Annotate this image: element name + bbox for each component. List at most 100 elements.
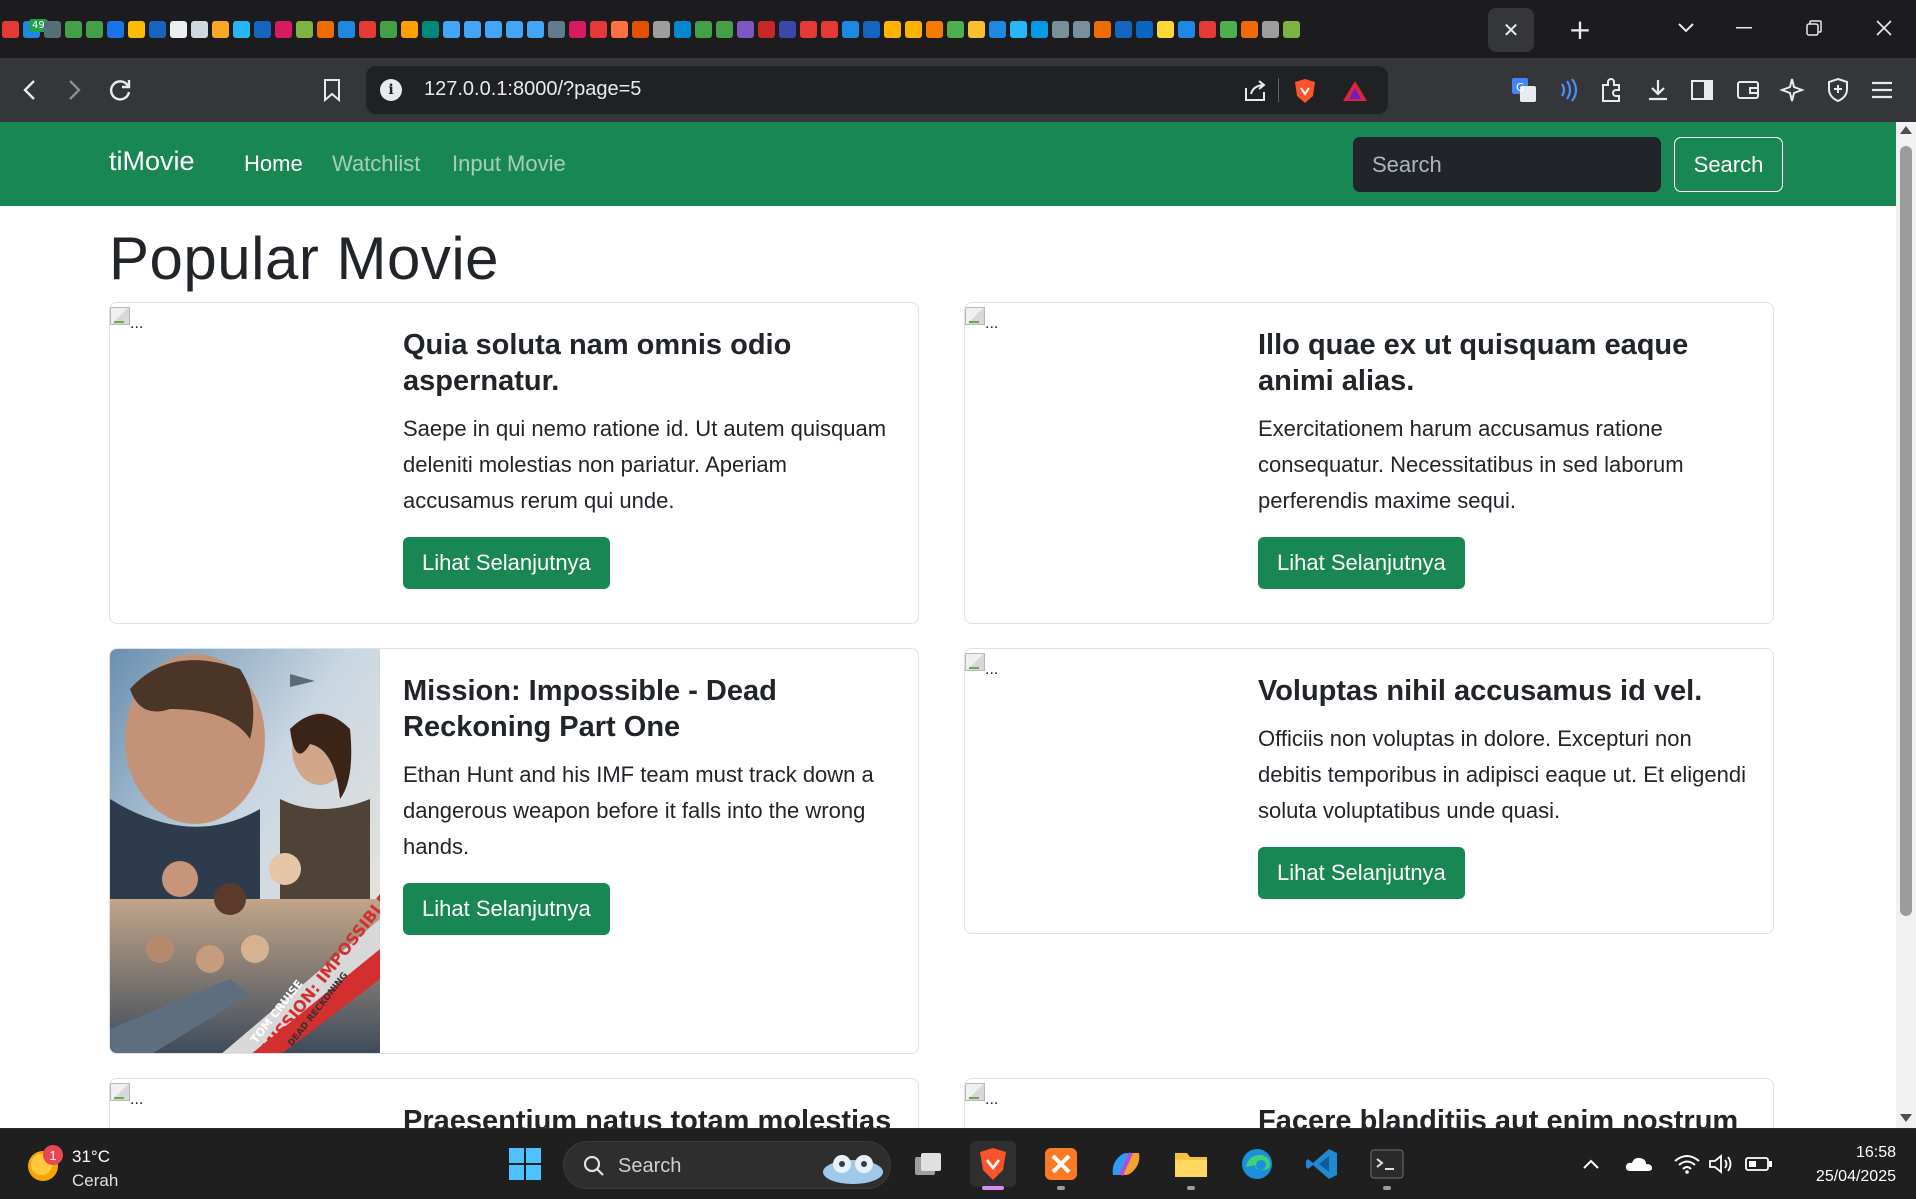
copilot-taskbar-icon[interactable] xyxy=(1103,1141,1149,1187)
pinned-tab-favicon-icon[interactable] xyxy=(1073,20,1090,38)
pinned-tab-favicon-icon[interactable] xyxy=(1136,20,1153,38)
pinned-tab-favicon-icon[interactable] xyxy=(779,20,796,38)
task-view-icon[interactable] xyxy=(905,1141,951,1187)
pinned-tab-favicon-icon[interactable] xyxy=(968,20,985,38)
menu-icon[interactable] xyxy=(1866,74,1898,106)
nav-home[interactable]: Home xyxy=(244,151,303,177)
close-window-button[interactable] xyxy=(1856,8,1912,48)
pinned-tab-favicon-icon[interactable] xyxy=(569,20,586,38)
scroll-thumb[interactable] xyxy=(1900,146,1912,916)
page-scrollbar[interactable] xyxy=(1896,122,1916,1128)
share-icon[interactable] xyxy=(1242,78,1268,104)
site-brand[interactable]: tiMovie xyxy=(109,146,195,177)
pinned-tab-favicon-icon[interactable] xyxy=(401,20,418,38)
see-more-button[interactable]: Lihat Selanjutnya xyxy=(403,537,610,589)
translate-icon[interactable]: G xyxy=(1508,74,1540,106)
pinned-tab-favicon-icon[interactable] xyxy=(443,20,460,38)
pinned-tab-favicon-icon[interactable] xyxy=(1115,20,1132,38)
brave-shields-icon[interactable] xyxy=(1292,78,1318,104)
restore-button[interactable] xyxy=(1786,8,1842,48)
pinned-tab-favicon-icon[interactable] xyxy=(212,20,229,38)
search-input[interactable] xyxy=(1353,137,1661,192)
pinned-tab-favicon-icon[interactable] xyxy=(485,20,502,38)
pinned-tab-favicon-icon[interactable] xyxy=(737,20,754,38)
pinned-tab-favicon-icon[interactable] xyxy=(296,20,313,38)
pinned-tab-favicon-icon[interactable] xyxy=(716,20,733,38)
taskbar-search[interactable]: Search xyxy=(563,1141,891,1189)
pinned-tab-favicon-icon[interactable] xyxy=(254,20,271,38)
vscode-taskbar-icon[interactable] xyxy=(1299,1141,1345,1187)
scroll-down-arrow-icon[interactable] xyxy=(1900,1114,1912,1122)
read-aloud-icon[interactable] xyxy=(1552,74,1584,106)
pinned-tab-favicon-icon[interactable] xyxy=(695,20,712,38)
pinned-tab-favicon-icon[interactable] xyxy=(1199,20,1216,38)
pinned-tab-favicon-icon[interactable] xyxy=(380,20,397,38)
onedrive-icon[interactable] xyxy=(1624,1149,1654,1179)
minimize-button[interactable] xyxy=(1716,8,1772,48)
pinned-tab-favicon-icon[interactable] xyxy=(1094,20,1111,38)
see-more-button[interactable]: Lihat Selanjutnya xyxy=(1258,537,1465,589)
reload-button[interactable] xyxy=(102,72,138,108)
forward-button[interactable] xyxy=(56,72,92,108)
pinned-tab-favicon-icon[interactable] xyxy=(947,20,964,38)
search-button[interactable]: Search xyxy=(1674,137,1783,192)
weather-widget[interactable]: 1 31°C Cerah xyxy=(26,1139,146,1191)
terminal-taskbar-icon[interactable] xyxy=(1364,1141,1410,1190)
extensions-icon[interactable] xyxy=(1596,74,1628,106)
pinned-tab-favicon-icon[interactable] xyxy=(1010,20,1027,38)
xampp-taskbar-icon[interactable] xyxy=(1038,1141,1084,1190)
pinned-tab-favicon-icon[interactable] xyxy=(590,20,607,38)
pinned-tab-favicon-icon[interactable] xyxy=(506,20,523,38)
pinned-tab-favicon-icon[interactable] xyxy=(1220,20,1237,38)
sidebar-icon[interactable] xyxy=(1686,74,1718,106)
brave-rewards-icon[interactable] xyxy=(1342,78,1368,104)
see-more-button[interactable]: Lihat Selanjutnya xyxy=(1258,847,1465,899)
leo-ai-icon[interactable] xyxy=(1776,74,1808,106)
pinned-tab-favicon-icon[interactable] xyxy=(926,20,943,38)
pinned-tab-badge-icon[interactable] xyxy=(23,18,48,38)
pinned-tab-favicon-icon[interactable] xyxy=(422,20,439,38)
tab-close-icon[interactable]: ✕ xyxy=(1503,18,1520,42)
scroll-up-arrow-icon[interactable] xyxy=(1900,126,1912,134)
back-button[interactable] xyxy=(12,72,48,108)
bookmark-icon[interactable] xyxy=(314,72,350,108)
volume-icon[interactable] xyxy=(1706,1149,1736,1179)
nav-watchlist[interactable]: Watchlist xyxy=(332,151,420,177)
site-info-icon[interactable]: i xyxy=(380,79,402,101)
tab-search-chevron-icon[interactable] xyxy=(1658,8,1714,48)
pinned-tab-favicon-icon[interactable] xyxy=(233,20,250,38)
pinned-tab-favicon-icon[interactable] xyxy=(1262,20,1279,38)
pinned-tab-favicon-icon[interactable] xyxy=(905,20,922,38)
pinned-tab-favicon-icon[interactable] xyxy=(611,20,628,38)
pinned-tab-favicon-icon[interactable] xyxy=(107,20,124,38)
pinned-tab-favicon-icon[interactable] xyxy=(548,20,565,38)
active-tab[interactable]: ✕ xyxy=(1488,8,1534,52)
pinned-tab-favicon-icon[interactable] xyxy=(128,20,145,38)
pinned-tab-favicon-icon[interactable] xyxy=(65,20,82,38)
new-tab-button[interactable]: + xyxy=(1562,10,1598,48)
pinned-tab-favicon-icon[interactable] xyxy=(758,20,775,38)
pinned-tab-favicon-icon[interactable] xyxy=(821,20,838,38)
pinned-tab-favicon-icon[interactable] xyxy=(191,20,208,38)
see-more-button[interactable]: Lihat Selanjutnya xyxy=(403,883,610,935)
pinned-tab-favicon-icon[interactable] xyxy=(149,20,166,38)
pinned-tab-favicon-icon[interactable] xyxy=(842,20,859,38)
pinned-tab-favicon-icon[interactable] xyxy=(1031,20,1048,38)
pinned-tab-favicon-icon[interactable] xyxy=(317,20,334,38)
pinned-tab-favicon-icon[interactable] xyxy=(863,20,880,38)
pinned-tab-favicon-icon[interactable] xyxy=(1178,20,1195,38)
pinned-tab-favicon-icon[interactable] xyxy=(674,20,691,38)
vpn-shield-icon[interactable] xyxy=(1822,74,1854,106)
wifi-icon[interactable] xyxy=(1672,1149,1702,1179)
address-bar[interactable]: i 127.0.0.1:8000/?page=5 xyxy=(366,66,1388,114)
nav-input-movie[interactable]: Input Movie xyxy=(452,151,566,177)
edge-taskbar-icon[interactable] xyxy=(1234,1141,1280,1187)
pinned-tab-favicon-icon[interactable] xyxy=(653,20,670,38)
file-explorer-taskbar-icon[interactable] xyxy=(1168,1141,1214,1190)
pinned-tab-favicon-icon[interactable] xyxy=(800,20,817,38)
pinned-tab-favicon-icon[interactable] xyxy=(359,20,376,38)
pinned-tab-favicon-icon[interactable] xyxy=(1052,20,1069,38)
url-text[interactable]: 127.0.0.1:8000/?page=5 xyxy=(424,78,641,101)
pinned-tab-favicon-icon[interactable] xyxy=(2,20,19,38)
battery-icon[interactable] xyxy=(1744,1149,1774,1179)
